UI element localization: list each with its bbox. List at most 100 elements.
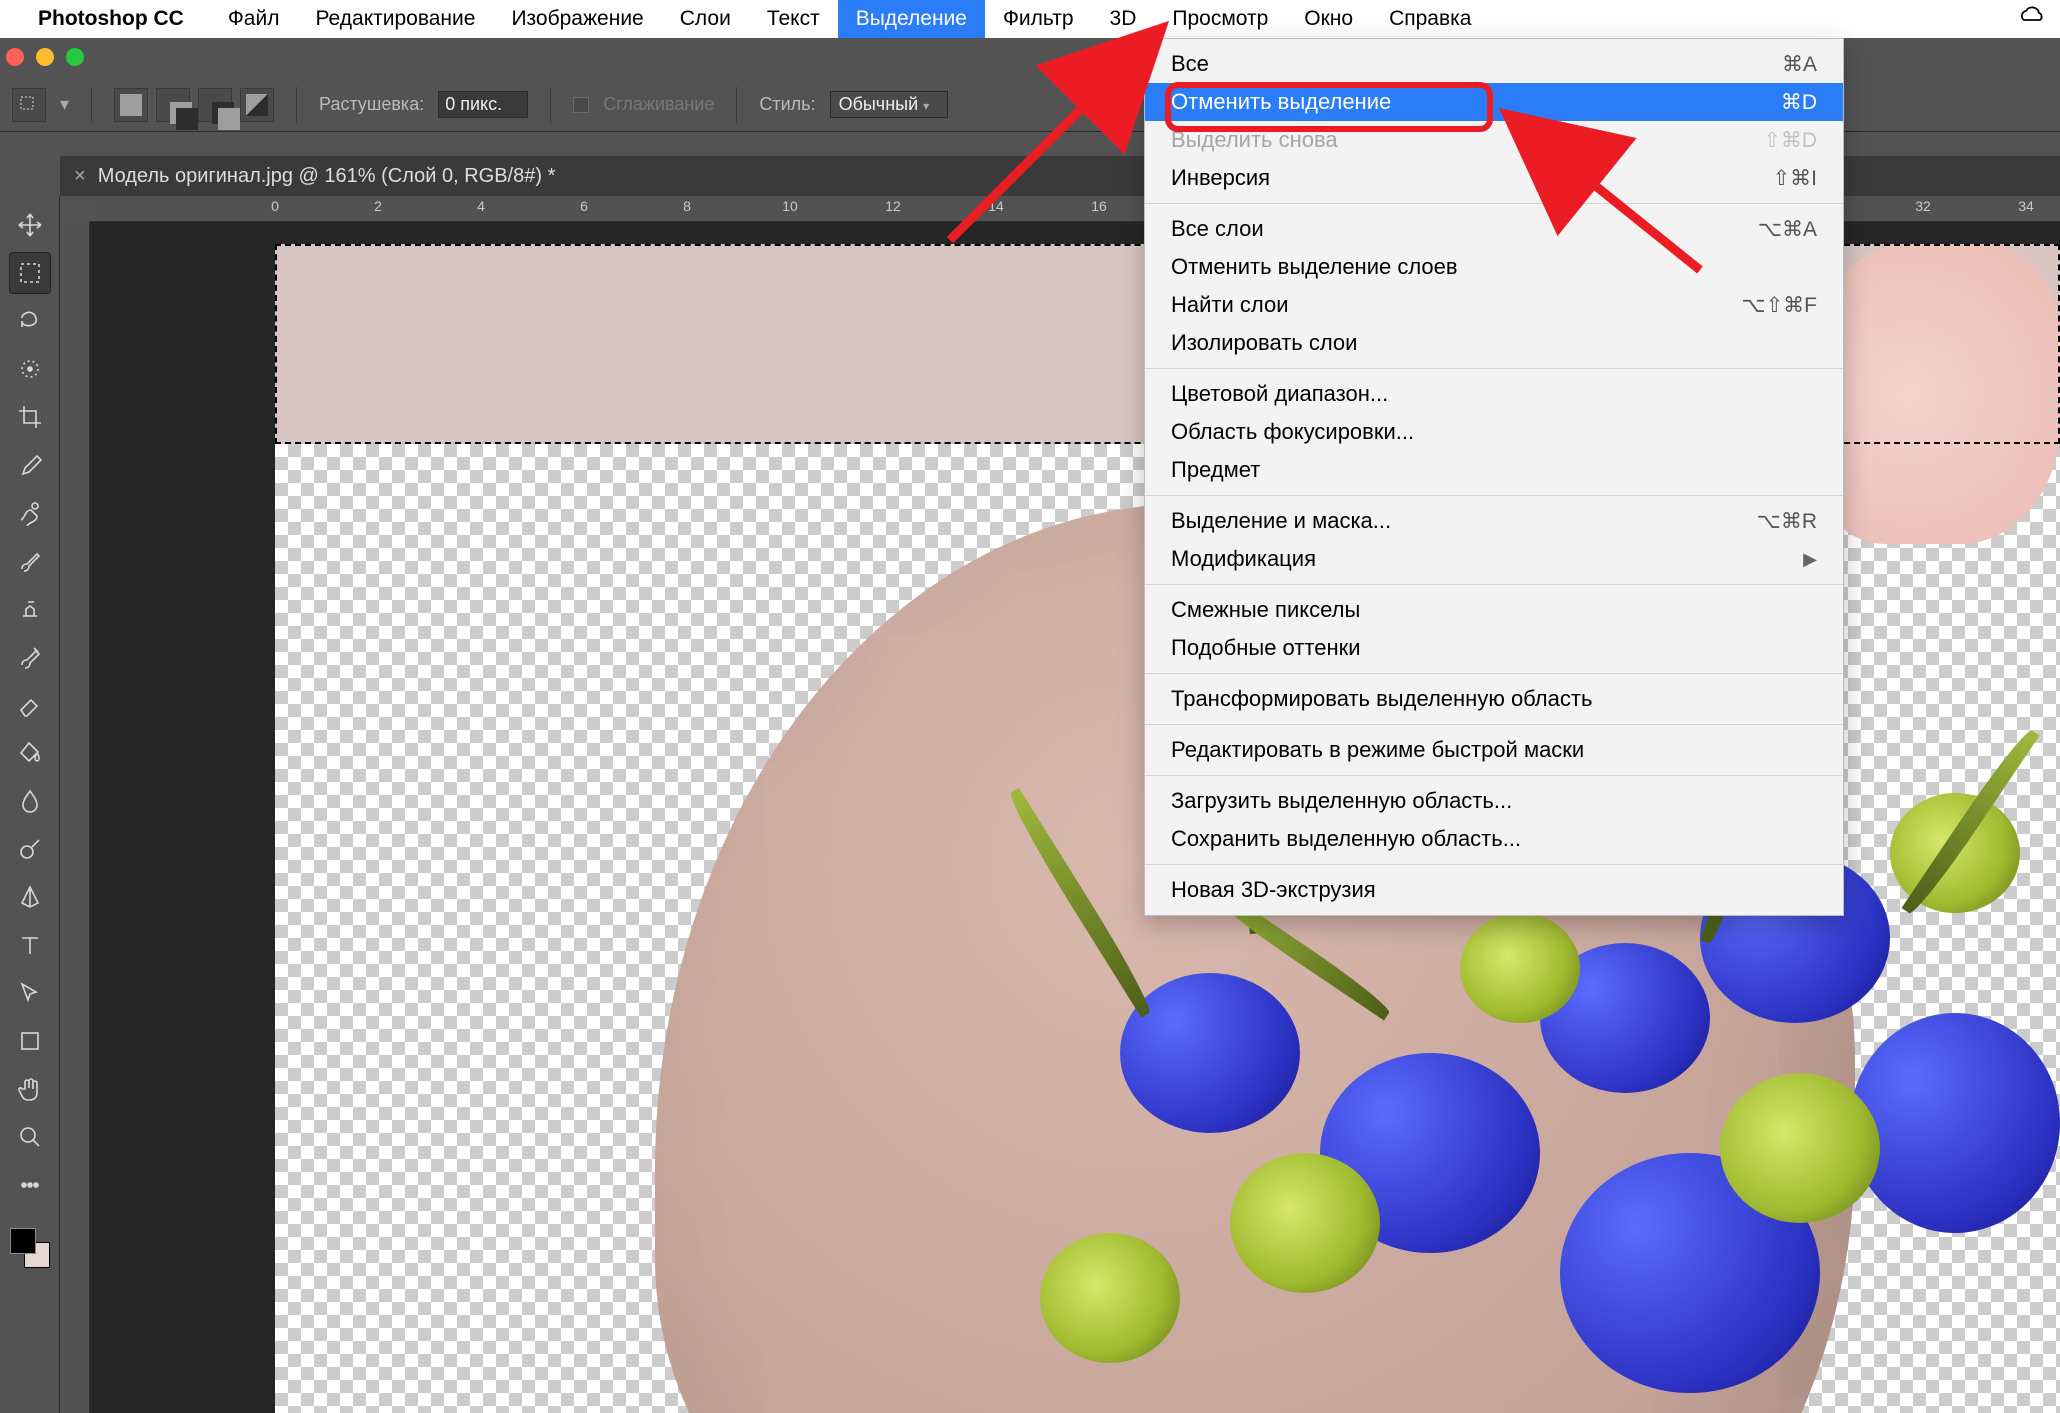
selection-mode-group: [114, 88, 274, 122]
color-swatches[interactable]: [8, 1226, 52, 1270]
window-close-button[interactable]: [6, 48, 24, 66]
menubar-item-просмотр[interactable]: Просмотр: [1154, 0, 1286, 38]
menu-item-label: Инверсия: [1171, 165, 1270, 191]
menubar-item-3d[interactable]: 3D: [1092, 0, 1155, 38]
menu-separator: [1145, 368, 1843, 369]
ruler-tick: 14: [988, 198, 1004, 214]
cloud-sync-icon[interactable]: [2018, 6, 2046, 32]
window-zoom-button[interactable]: [66, 48, 84, 66]
eyedropper-tool[interactable]: [9, 444, 51, 486]
style-select[interactable]: Обычный ▾: [830, 91, 949, 118]
menu-item-label: Область фокусировки...: [1171, 419, 1414, 445]
menubar-item-текст[interactable]: Текст: [749, 0, 838, 38]
blur-tool[interactable]: [9, 780, 51, 822]
ruler-tick: 10: [782, 198, 798, 214]
menubar-item-выделение[interactable]: Выделение: [838, 0, 985, 38]
menu-item[interactable]: Загрузить выделенную область...: [1145, 782, 1843, 820]
zoom-tool[interactable]: [9, 1116, 51, 1158]
brush-tool[interactable]: [9, 540, 51, 582]
menu-item-label: Подобные оттенки: [1171, 635, 1361, 661]
menu-item-label: Отменить выделение: [1171, 89, 1391, 115]
menu-item[interactable]: Трансформировать выделенную область: [1145, 680, 1843, 718]
ruler-tick: 2: [374, 198, 382, 214]
menubar-item-изображение[interactable]: Изображение: [493, 0, 661, 38]
eraser-tool[interactable]: [9, 684, 51, 726]
paint-bucket-tool[interactable]: [9, 732, 51, 774]
menubar-item-файл[interactable]: Файл: [210, 0, 298, 38]
menu-item-label: Все слои: [1171, 216, 1264, 242]
menu-item[interactable]: Все слои ⌥⌘A: [1145, 210, 1843, 248]
menu-item[interactable]: Предмет: [1145, 451, 1843, 489]
type-tool[interactable]: [9, 924, 51, 966]
ruler-vertical[interactable]: [60, 222, 90, 1413]
menu-item-shortcut: ⇧⌘D: [1763, 128, 1817, 153]
menu-item[interactable]: Подобные оттенки: [1145, 629, 1843, 667]
window-minimize-button[interactable]: [36, 48, 54, 66]
menu-item[interactable]: Все⌘A: [1145, 45, 1843, 83]
menu-item-shortcut: ⌥⇧⌘F: [1741, 293, 1817, 318]
lasso-tool[interactable]: [9, 300, 51, 342]
menu-item-shortcut: ⇧⌘I: [1773, 166, 1817, 191]
app-name[interactable]: Photoshop CC: [38, 7, 184, 31]
ruler-tick: 4: [477, 198, 485, 214]
menu-item[interactable]: Отменить выделение слоев: [1145, 248, 1843, 286]
add-selection-button[interactable]: [156, 88, 190, 122]
menu-item[interactable]: Модификация▶: [1145, 540, 1843, 578]
marquee-tool[interactable]: [9, 252, 51, 294]
menu-item-label: Редактировать в режиме быстрой маски: [1171, 737, 1584, 763]
spot-heal-tool[interactable]: [9, 492, 51, 534]
close-tab-icon[interactable]: ×: [74, 165, 86, 188]
menubar-item-редактирование[interactable]: Редактирование: [297, 0, 493, 38]
window-controls: [6, 48, 84, 66]
hand-tool[interactable]: [9, 1068, 51, 1110]
rectangle-tool[interactable]: [9, 1020, 51, 1062]
menu-item-label: Все: [1171, 51, 1209, 77]
menu-item[interactable]: Найти слои ⌥⇧⌘F: [1145, 286, 1843, 324]
mac-menubar: Photoshop CC ФайлРедактированиеИзображен…: [0, 0, 2060, 38]
menu-separator: [1145, 584, 1843, 585]
menu-item-label: Найти слои: [1171, 292, 1289, 318]
menu-item[interactable]: Сохранить выделенную область...: [1145, 820, 1843, 858]
foreground-color-swatch[interactable]: [10, 1228, 36, 1254]
menu-item-label: Новая 3D-экструзия: [1171, 877, 1376, 903]
menu-item[interactable]: Цветовой диапазон...: [1145, 375, 1843, 413]
menu-item[interactable]: Новая 3D-экструзия: [1145, 871, 1843, 909]
menubar-item-справка[interactable]: Справка: [1371, 0, 1489, 38]
menu-item-shortcut: ⌥⌘A: [1758, 217, 1817, 242]
menubar-item-слои[interactable]: Слои: [662, 0, 749, 38]
menubar-item-фильтр[interactable]: Фильтр: [985, 0, 1092, 38]
new-selection-button[interactable]: [114, 88, 148, 122]
menu-item[interactable]: Выделение и маска...⌥⌘R: [1145, 502, 1843, 540]
menu-item-label: Модификация: [1171, 546, 1316, 572]
menu-item: Выделить снова⇧⌘D: [1145, 121, 1843, 159]
ruler-tick: 34: [2018, 198, 2034, 214]
menu-separator: [1145, 495, 1843, 496]
menu-item-label: Изолировать слои: [1171, 330, 1357, 356]
menu-item[interactable]: Смежные пикселы: [1145, 591, 1843, 629]
antialias-checkbox[interactable]: [573, 97, 589, 113]
menu-item[interactable]: Изолировать слои: [1145, 324, 1843, 362]
subtract-selection-button[interactable]: [198, 88, 232, 122]
menu-item[interactable]: Инверсия ⇧⌘I: [1145, 159, 1843, 197]
quick-select-tool[interactable]: [9, 348, 51, 390]
clone-stamp-tool[interactable]: [9, 588, 51, 630]
menubar-item-окно[interactable]: Окно: [1286, 0, 1371, 38]
menu-item[interactable]: Область фокусировки...: [1145, 413, 1843, 451]
ruler-tick: 16: [1091, 198, 1107, 214]
intersect-selection-button[interactable]: [240, 88, 274, 122]
more-tools[interactable]: [9, 1164, 51, 1206]
menu-item[interactable]: Редактировать в режиме быстрой маски: [1145, 731, 1843, 769]
pen-tool[interactable]: [9, 876, 51, 918]
path-select-tool[interactable]: [9, 972, 51, 1014]
style-label: Стиль:: [759, 94, 815, 115]
crop-tool[interactable]: [9, 396, 51, 438]
document-tab[interactable]: × Модель оригинал.jpg @ 161% (Слой 0, RG…: [74, 165, 555, 188]
menu-item-label: Сохранить выделенную область...: [1171, 826, 1521, 852]
tool-preset-button[interactable]: [12, 88, 46, 122]
feather-input[interactable]: [438, 91, 528, 118]
menu-item[interactable]: Отменить выделение⌘D: [1145, 83, 1843, 121]
menu-item-label: Загрузить выделенную область...: [1171, 788, 1512, 814]
dodge-tool[interactable]: [9, 828, 51, 870]
history-brush-tool[interactable]: [9, 636, 51, 678]
move-tool[interactable]: [9, 204, 51, 246]
